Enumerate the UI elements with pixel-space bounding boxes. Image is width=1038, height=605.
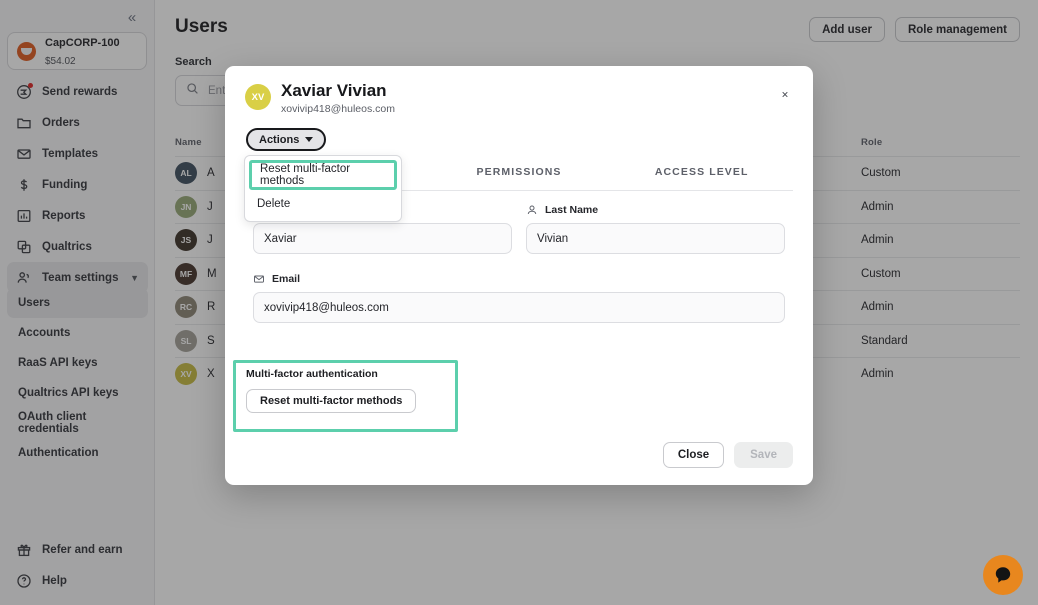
email-label: Email bbox=[272, 273, 300, 285]
last-name-field-group: Last Name bbox=[526, 204, 785, 254]
user-detail-modal: XV Xaviar Vivian xovivip418@huleos.com D… bbox=[225, 66, 813, 485]
reset-mfa-button[interactable]: Reset multi-factor methods bbox=[246, 389, 416, 413]
actions-button[interactable]: Actions bbox=[246, 128, 326, 151]
avatar: XV bbox=[245, 84, 271, 110]
last-name-label: Last Name bbox=[545, 204, 598, 216]
close-icon[interactable] bbox=[775, 84, 795, 104]
email-input[interactable] bbox=[253, 292, 785, 323]
actions-button-label: Actions bbox=[259, 134, 299, 146]
actions-dropdown-menu: Reset multi-factor methods Delete bbox=[244, 155, 402, 222]
user-icon bbox=[526, 204, 538, 216]
caret-down-icon bbox=[305, 137, 313, 142]
chat-bubble-icon[interactable] bbox=[983, 555, 1023, 595]
modal-footer: Close Save bbox=[663, 442, 793, 468]
envelope-icon bbox=[253, 273, 265, 285]
save-button: Save bbox=[734, 442, 793, 468]
app-root: « CapCORP-100 $54.02 Send rewards Orders bbox=[0, 0, 1038, 605]
modal-user-name: Xaviar Vivian bbox=[281, 81, 395, 101]
modal-header: XV Xaviar Vivian xovivip418@huleos.com bbox=[245, 81, 395, 115]
mfa-section: Multi-factor authentication Reset multi-… bbox=[246, 368, 416, 413]
last-name-input[interactable] bbox=[526, 223, 785, 254]
modal-user-email: xovivip418@huleos.com bbox=[281, 103, 395, 115]
dropdown-item-reset-mfa[interactable]: Reset multi-factor methods bbox=[249, 160, 397, 190]
tab-permissions[interactable]: PERMISSIONS bbox=[428, 166, 611, 190]
tab-access-level[interactable]: ACCESS LEVEL bbox=[610, 166, 793, 190]
dropdown-item-delete[interactable]: Delete bbox=[245, 190, 401, 218]
close-button[interactable]: Close bbox=[663, 442, 724, 468]
first-name-input[interactable] bbox=[253, 223, 512, 254]
mfa-title: Multi-factor authentication bbox=[246, 368, 416, 380]
email-field-group: Email bbox=[253, 273, 785, 323]
